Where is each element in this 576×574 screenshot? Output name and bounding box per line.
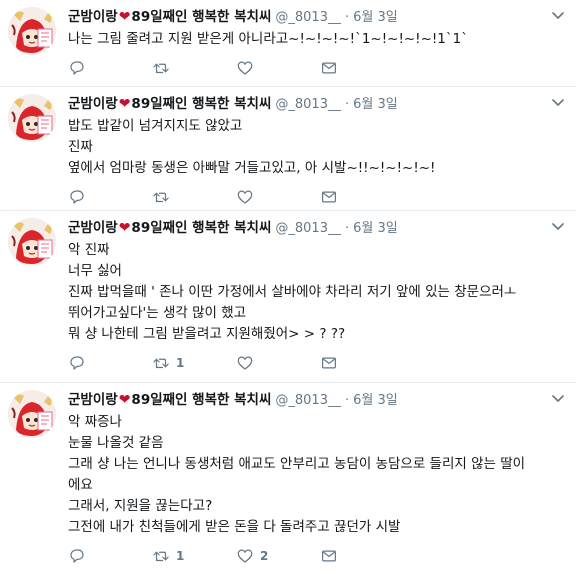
tweet-text-line: 에요 bbox=[68, 477, 93, 493]
avatar[interactable] bbox=[8, 218, 56, 266]
display-name[interactable]: 군밤이랑 bbox=[68, 8, 118, 26]
avatar[interactable] bbox=[8, 94, 56, 142]
direct-message-button[interactable] bbox=[320, 188, 404, 206]
tweet-actions bbox=[68, 179, 576, 215]
display-name-suffix[interactable]: 89일째인 행복한 복치씨 bbox=[131, 391, 271, 409]
tweet-text-line: 그전에 내가 친척들에게 받은 돈을 다 돌려주고 끊던가 시발 bbox=[68, 519, 401, 535]
reply-icon bbox=[70, 61, 84, 75]
mail-icon bbox=[322, 357, 336, 369]
tweet-feed: 군밤이랑 ❤ 89일째인 행복한 복치씨 @_8013__ · 6월 3일 나는… bbox=[0, 0, 576, 571]
tweet-text-line: 너무 싫어 bbox=[68, 263, 122, 279]
tweet-text-line: 뛰어가고싶다'는 생각 많이 했고 bbox=[68, 305, 247, 321]
tweet-text-line: 밥도 밥같이 넘겨지지도 않았고 bbox=[68, 118, 243, 134]
retweet-icon bbox=[153, 358, 169, 369]
tweet[interactable]: 군밤이랑 ❤ 89일째인 행복한 복치씨 @_8013__ · 6월 3일 나는… bbox=[0, 0, 576, 87]
tweet-text-line: 나는 그림 줄려고 지원 받은게 아니라고~!~!~!~!`1~!~!~!~!1… bbox=[68, 31, 468, 47]
tweet-text: 악 짜증나눈물 나올것 같음그래 샹 나는 언니나 동생처럼 애교도 안부리고 … bbox=[68, 412, 576, 538]
display-name-suffix[interactable]: 89일째인 행복한 복치씨 bbox=[131, 95, 271, 113]
display-name[interactable]: 군밤이랑 bbox=[68, 391, 118, 409]
tweet-header: 군밤이랑 ❤ 89일째인 행복한 복치씨 @_8013__ · 6월 3일 bbox=[68, 219, 576, 238]
chevron-down-icon[interactable] bbox=[552, 12, 564, 20]
reply-button[interactable] bbox=[68, 188, 152, 206]
avatar[interactable] bbox=[8, 390, 56, 438]
heart-emoji-icon: ❤ bbox=[118, 9, 131, 25]
separator-dot: · bbox=[344, 221, 350, 236]
timestamp[interactable]: 6월 3일 bbox=[353, 220, 398, 238]
tweet-text-line: 뭐 샹 나한테 그림 받을려고 지원해줬어> > ? ?? bbox=[68, 326, 346, 342]
retweet-icon bbox=[153, 63, 169, 74]
direct-message-button[interactable] bbox=[320, 547, 404, 565]
tweet-text-line: 그래 샹 나는 언니나 동생처럼 애교도 안부리고 농담이 농담으로 들리지 않… bbox=[68, 456, 526, 472]
like-count: 2 bbox=[260, 549, 269, 563]
tweet-actions: 1 2 bbox=[68, 538, 576, 574]
separator-dot: · bbox=[344, 97, 350, 112]
tweet-header: 군밤이랑 ❤ 89일째인 행복한 복치씨 @_8013__ · 6월 3일 bbox=[68, 8, 576, 27]
heart-icon bbox=[237, 356, 253, 370]
retweet-button[interactable]: 1 bbox=[152, 547, 236, 565]
reply-icon bbox=[70, 356, 84, 370]
heart-icon bbox=[237, 190, 253, 204]
heart-emoji-icon: ❤ bbox=[118, 220, 131, 236]
heart-icon bbox=[237, 61, 253, 75]
chevron-down-icon[interactable] bbox=[552, 99, 564, 107]
tweet[interactable]: 군밤이랑 ❤ 89일째인 행복한 복치씨 @_8013__ · 6월 3일 악 … bbox=[0, 211, 576, 383]
tweet-text-line: 눈물 나올것 같음 bbox=[68, 435, 164, 451]
tweet-text-line: 옆에서 엄마랑 동생은 아빠말 거들고있고, 아 시발~!!~!~!~!~! bbox=[68, 160, 436, 176]
mail-icon bbox=[322, 191, 336, 203]
tweet-text-line: 악 진짜 bbox=[68, 242, 110, 258]
tweet[interactable]: 군밤이랑 ❤ 89일째인 행복한 복치씨 @_8013__ · 6월 3일 악 … bbox=[0, 383, 576, 571]
heart-emoji-icon: ❤ bbox=[118, 96, 131, 112]
handle[interactable]: @_8013__ bbox=[275, 392, 341, 410]
chevron-down-icon[interactable] bbox=[552, 395, 564, 403]
tweet-text: 나는 그림 줄려고 지원 받은게 아니라고~!~!~!~!`1~!~!~!~!1… bbox=[68, 29, 576, 50]
tweet-text-line: 진짜 밥먹을때 ' 존나 이딴 가정에서 살바에야 차라리 저기 앞에 있는 창… bbox=[68, 284, 517, 300]
tweet-header: 군밤이랑 ❤ 89일째인 행복한 복치씨 @_8013__ · 6월 3일 bbox=[68, 95, 576, 114]
display-name-suffix[interactable]: 89일째인 행복한 복치씨 bbox=[131, 8, 271, 26]
handle[interactable]: @_8013__ bbox=[275, 96, 341, 114]
separator-dot: · bbox=[344, 393, 350, 408]
reply-icon bbox=[70, 549, 84, 563]
retweet-icon bbox=[153, 192, 169, 203]
direct-message-button[interactable] bbox=[320, 354, 404, 372]
reply-button[interactable] bbox=[68, 59, 152, 77]
heart-icon bbox=[237, 549, 253, 563]
reply-button[interactable] bbox=[68, 547, 152, 565]
timestamp[interactable]: 6월 3일 bbox=[353, 392, 398, 410]
mail-icon bbox=[322, 62, 336, 74]
reply-button[interactable] bbox=[68, 354, 152, 372]
tweet-text: 악 진짜너무 싫어진짜 밥먹을때 ' 존나 이딴 가정에서 살바에야 차라리 저… bbox=[68, 240, 576, 345]
tweet[interactable]: 군밤이랑 ❤ 89일째인 행복한 복치씨 @_8013__ · 6월 3일 밥도… bbox=[0, 87, 576, 211]
timestamp[interactable]: 6월 3일 bbox=[353, 9, 398, 27]
tweet-actions: 1 bbox=[68, 345, 576, 381]
tweet-text-line: 진짜 bbox=[68, 139, 93, 155]
tweet-text-line: 악 짜증나 bbox=[68, 414, 122, 430]
heart-emoji-icon: ❤ bbox=[118, 392, 131, 408]
retweet-button[interactable] bbox=[152, 59, 236, 77]
like-button[interactable] bbox=[236, 188, 320, 206]
timestamp[interactable]: 6월 3일 bbox=[353, 96, 398, 114]
handle[interactable]: @_8013__ bbox=[275, 220, 341, 238]
avatar[interactable] bbox=[8, 7, 56, 55]
display-name-suffix[interactable]: 89일째인 행복한 복치씨 bbox=[131, 219, 271, 237]
like-button[interactable] bbox=[236, 59, 320, 77]
like-button[interactable] bbox=[236, 354, 320, 372]
reply-icon bbox=[70, 190, 84, 204]
direct-message-button[interactable] bbox=[320, 59, 404, 77]
retweet-count: 1 bbox=[176, 356, 185, 370]
retweet-button[interactable] bbox=[152, 188, 236, 206]
display-name[interactable]: 군밤이랑 bbox=[68, 219, 118, 237]
tweet-header: 군밤이랑 ❤ 89일째인 행복한 복치씨 @_8013__ · 6월 3일 bbox=[68, 391, 576, 410]
tweet-actions bbox=[68, 50, 576, 86]
like-button[interactable]: 2 bbox=[236, 547, 320, 565]
tweet-text-line: 그래서, 지원을 끊는다고? bbox=[68, 498, 213, 514]
retweet-icon bbox=[153, 551, 169, 562]
display-name[interactable]: 군밤이랑 bbox=[68, 95, 118, 113]
chevron-down-icon[interactable] bbox=[552, 223, 564, 231]
mail-icon bbox=[322, 550, 336, 562]
retweet-count: 1 bbox=[176, 549, 185, 563]
handle[interactable]: @_8013__ bbox=[275, 9, 341, 27]
retweet-button[interactable]: 1 bbox=[152, 354, 236, 372]
tweet-text: 밥도 밥같이 넘겨지지도 않았고진짜옆에서 엄마랑 동생은 아빠말 거들고있고,… bbox=[68, 116, 576, 179]
separator-dot: · bbox=[344, 10, 350, 25]
